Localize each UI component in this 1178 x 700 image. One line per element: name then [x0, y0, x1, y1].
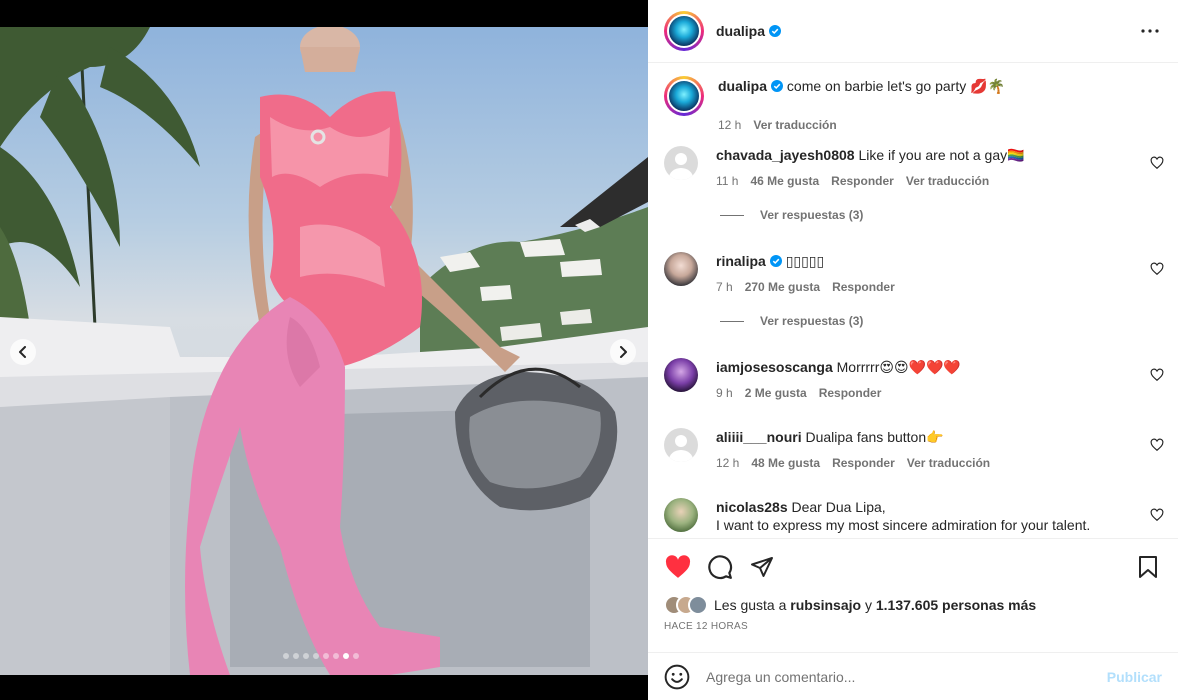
comment-text: Dear Dua Lipa, — [791, 499, 886, 515]
translate-link[interactable]: Ver traducción — [907, 454, 990, 472]
next-image-button[interactable] — [610, 339, 636, 365]
like-comment-icon[interactable] — [1150, 508, 1164, 522]
post-side-panel: dualipa dualipa come on barbie let's go … — [648, 0, 1178, 700]
comment-item: iamjosesoscanga Morrrrr😍😍❤️❤️❤️ 9 h 2 Me… — [664, 358, 1164, 402]
like-comment-icon[interactable] — [1150, 262, 1164, 276]
like-comment-icon[interactable] — [1150, 368, 1164, 382]
bookmark-icon — [1139, 556, 1157, 578]
caption-time: 12 h — [718, 118, 742, 132]
comment-time: 12 h — [716, 456, 740, 470]
comment-button[interactable] — [706, 553, 734, 581]
commenter-avatar[interactable] — [664, 146, 698, 180]
comment-item: chavada_jayesh0808 Like if you are not a… — [664, 146, 1164, 222]
post-timestamp[interactable]: HACE 12 HORAS — [664, 621, 1162, 632]
liker-username[interactable]: rubsinsajo — [790, 597, 861, 613]
comment-likes[interactable]: 270 Me gusta — [745, 278, 820, 296]
view-replies-button[interactable]: Ver respuestas (3) — [720, 314, 1164, 328]
chevron-left-icon — [19, 346, 26, 358]
comment-item: rinalipa ▯▯▯▯▯ 7 h 270 Me gusta Responde… — [664, 252, 1164, 328]
verified-badge-icon — [771, 80, 784, 92]
comment-item: nicolas28s Dear Dua Lipa, I want to expr… — [664, 498, 1164, 534]
post-media — [0, 0, 648, 700]
comment-text: Like if you are not a gay🏳️‍🌈 — [858, 147, 1025, 163]
comment-likes[interactable]: 46 Me gusta — [750, 172, 819, 190]
post-caption: dualipa come on barbie let's go party 💋🌴… — [664, 76, 1164, 132]
reply-button[interactable]: Responder — [832, 278, 895, 296]
verified-badge-icon — [769, 255, 782, 267]
like-button[interactable] — [664, 553, 692, 581]
comment-text-line-2: I want to express my most sincere admira… — [716, 517, 1091, 533]
photo-illustration — [0, 27, 648, 675]
author-username[interactable]: dualipa — [716, 23, 782, 39]
carousel-dot — [293, 653, 299, 659]
chevron-right-icon — [620, 346, 627, 358]
comment-input[interactable] — [706, 668, 1076, 685]
reply-button[interactable]: Responder — [832, 454, 895, 472]
commenter-username[interactable]: iamjosesoscanga — [716, 359, 833, 375]
comments-list[interactable]: dualipa come on barbie let's go party 💋🌴… — [648, 64, 1178, 538]
caption-author-username[interactable]: dualipa — [718, 78, 767, 94]
add-comment-bar: Publicar — [648, 652, 1178, 700]
verified-badge-icon — [769, 25, 782, 37]
likes-prefix: Les gusta a — [714, 597, 787, 613]
comment-time: 11 h — [716, 174, 739, 188]
commenter-avatar[interactable] — [664, 252, 698, 286]
commenter-avatar[interactable] — [664, 498, 698, 532]
more-options-button[interactable] — [1138, 19, 1162, 43]
carousel-dot — [313, 653, 319, 659]
share-icon — [751, 557, 773, 577]
more-options-icon — [1141, 29, 1159, 33]
likes-count[interactable]: 1.137.605 personas más — [876, 597, 1036, 613]
comment-time: 9 h — [716, 386, 733, 400]
carousel-dot — [333, 653, 339, 659]
comment-likes[interactable]: 48 Me gusta — [751, 454, 820, 472]
author-username-text[interactable]: dualipa — [716, 23, 765, 39]
post-actions: Les gusta a rubsinsajo y 1.137.605 perso… — [648, 538, 1178, 652]
likes-summary: Les gusta a rubsinsajo y 1.137.605 perso… — [664, 595, 1162, 615]
heart-filled-icon — [665, 555, 691, 578]
view-replies-button[interactable]: Ver respuestas (3) — [720, 208, 1164, 222]
caption-text: come on barbie let's go party 💋🌴 — [786, 78, 1005, 94]
carousel-indicator — [283, 653, 359, 659]
post-photo — [0, 27, 648, 675]
commenter-username[interactable]: chavada_jayesh0808 — [716, 147, 855, 163]
publish-button[interactable]: Publicar — [1107, 669, 1162, 685]
carousel-dot — [303, 653, 309, 659]
caption-author-avatar[interactable] — [664, 76, 704, 116]
comment-text: ▯▯▯▯▯ — [785, 253, 825, 269]
commenter-avatar[interactable] — [664, 358, 698, 392]
liker-avatars — [664, 595, 708, 615]
carousel-dot — [283, 653, 289, 659]
reply-button[interactable]: Responder — [831, 172, 894, 190]
comment-time: 7 h — [716, 280, 733, 294]
translate-link[interactable]: Ver traducción — [906, 172, 989, 190]
save-button[interactable] — [1134, 553, 1162, 581]
post-modal: dualipa dualipa come on barbie let's go … — [0, 0, 1178, 700]
comment-text: Morrrrr😍😍❤️❤️❤️ — [836, 359, 961, 375]
comment-item: aliiii___nouri Dualipa fans button👉 12 h… — [664, 428, 1164, 472]
author-avatar[interactable] — [664, 11, 704, 51]
like-comment-icon[interactable] — [1150, 156, 1164, 170]
comment-likes[interactable]: 2 Me gusta — [745, 384, 807, 402]
commenter-username[interactable]: nicolas28s — [716, 499, 788, 515]
carousel-dot — [323, 653, 329, 659]
carousel-dot — [353, 653, 359, 659]
post-header: dualipa — [648, 0, 1178, 63]
commenter-avatar[interactable] — [664, 428, 698, 462]
like-comment-icon[interactable] — [1150, 438, 1164, 452]
share-button[interactable] — [748, 553, 776, 581]
caption-translate-link[interactable]: Ver traducción — [753, 118, 836, 132]
commenter-username[interactable]: rinalipa — [716, 253, 766, 269]
emoji-icon[interactable] — [664, 664, 690, 690]
reply-button[interactable]: Responder — [819, 384, 882, 402]
comment-text: Dualipa fans button👉 — [805, 429, 944, 445]
comment-icon — [708, 555, 733, 580]
likes-connector: y — [864, 597, 872, 613]
commenter-username[interactable]: aliiii___nouri — [716, 429, 802, 445]
previous-image-button[interactable] — [10, 339, 36, 365]
carousel-dot — [343, 653, 349, 659]
